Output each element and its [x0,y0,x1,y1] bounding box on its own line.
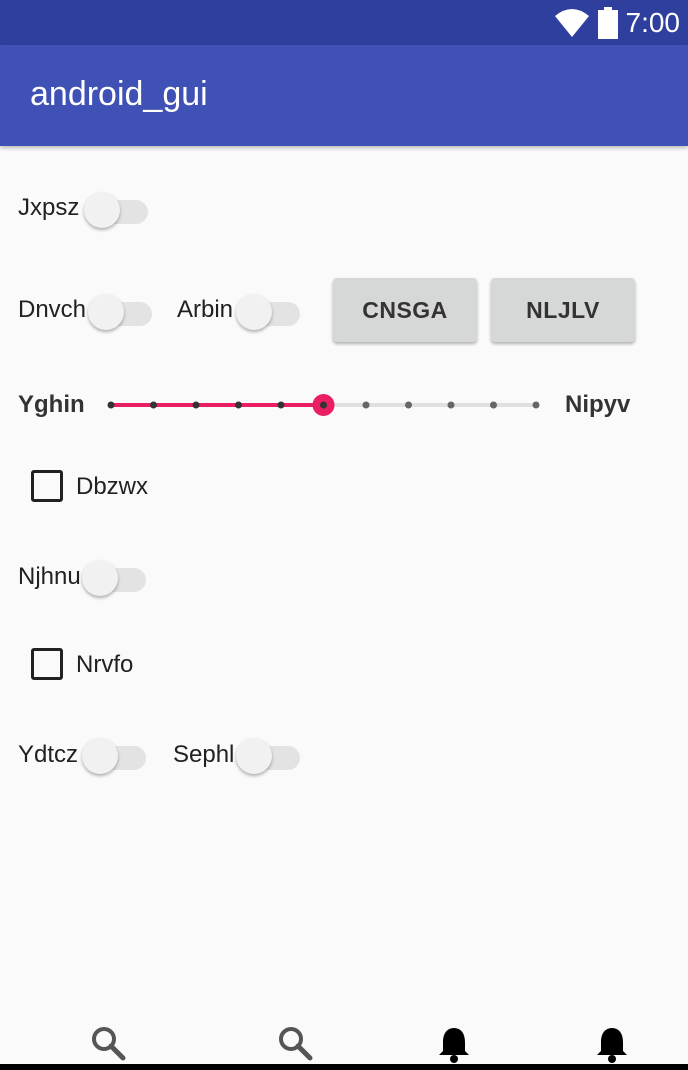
slider-tick [192,401,200,409]
nljlv-button[interactable]: NLJLV [491,278,635,342]
status-time: 7:00 [625,6,681,38]
switch-dnvch[interactable] [88,290,156,330]
app-bar: android_gui [0,45,688,146]
bottom-navigation [0,1010,688,1070]
status-icons: 7:00 [554,0,681,45]
switch-label-ydtcz: Ydtcz [18,741,79,768]
slider-tick [320,401,327,409]
slider-tick [235,401,242,409]
cnsga-button[interactable]: CNSGA [333,278,477,342]
search-icon[interactable] [276,1024,316,1064]
slider-tick [447,401,455,409]
checkbox-nrvfo[interactable] [31,648,63,680]
slider-tick [532,401,540,409]
checkbox-label-nrvfo: Nrvfo [76,651,134,678]
slider-right-label: Nipyv [565,391,631,418]
slider-tick [362,401,370,409]
discrete-slider[interactable] [100,384,548,424]
switch-label-sephl: Sephl [173,741,235,768]
app-title: android_gui [30,75,208,113]
battery-icon [597,6,618,39]
slider-tick [107,401,115,409]
switch-thumb [88,294,124,330]
switch-thumb [236,294,272,330]
slider-tick [490,401,497,409]
switch-thumb [84,192,120,228]
search-icon[interactable] [89,1024,129,1064]
wifi-icon [554,8,589,37]
switch-njhnu[interactable] [82,556,150,596]
switch-sephl[interactable] [236,734,304,774]
bottom-divider [0,1064,688,1070]
slider-tick [405,401,412,409]
slider-tick [277,401,285,409]
switch-thumb [82,560,118,596]
switch-jxpsz[interactable] [84,188,152,228]
switch-ydtcz[interactable] [82,734,150,774]
switch-label-jxpsz: Jxpsz [18,194,80,221]
checkbox-label-dbzwx: Dbzwx [76,473,149,500]
switch-label-dnvch: Dnvch [18,296,87,323]
status-bar: 7:00 [0,0,688,45]
switch-arbin[interactable] [236,290,304,330]
slider-left-label: Yghin [18,391,85,418]
switch-thumb [82,738,118,774]
checkbox-dbzwx[interactable] [31,470,63,502]
switch-thumb [236,738,272,774]
switch-label-njhnu: Njhnu [18,563,81,590]
slider-tick [150,401,157,409]
bell-icon[interactable] [434,1024,474,1064]
switch-label-arbin: Arbin [177,296,234,323]
bell-icon[interactable] [592,1024,632,1064]
